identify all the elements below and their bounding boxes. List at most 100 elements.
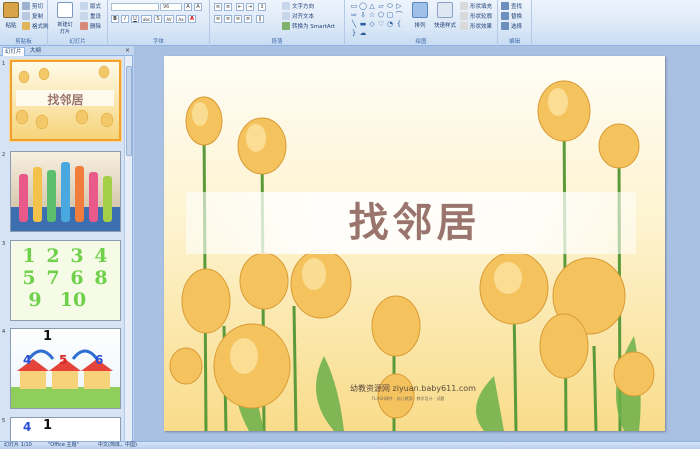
- slide-thumbnail-3[interactable]: 1 2 3 4 5 7 6 8 9 10: [10, 240, 121, 321]
- current-slide[interactable]: 找邻居 幼教资源网 ziyuan.baby611.com FLASH课件 · 幼…: [164, 56, 665, 431]
- char-spacing-button[interactable]: AV: [164, 15, 174, 23]
- format-painter-button[interactable]: 格式刷: [22, 22, 49, 30]
- thumb-number: 3: [2, 241, 6, 247]
- smartart-icon: [282, 22, 290, 30]
- underline-button[interactable]: U: [131, 15, 139, 23]
- paste-button[interactable]: 粘贴: [2, 2, 20, 29]
- shape-bar-icon[interactable]: ▬: [359, 20, 367, 28]
- font-color-button[interactable]: A: [188, 15, 196, 23]
- align-right-button[interactable]: ≡: [234, 15, 242, 23]
- shape-rounded-rect-icon[interactable]: ▢: [386, 11, 394, 19]
- shape-outline-button[interactable]: 形状轮廓: [460, 12, 492, 20]
- shape-arrow-down-icon[interactable]: ⇩: [359, 11, 367, 19]
- font-group: 96 A A B I U abc S AV Aa A 字体: [108, 0, 210, 46]
- quick-styles-button[interactable]: 快速样式: [432, 2, 458, 29]
- shape-brace-right-icon[interactable]: }: [350, 29, 358, 37]
- columns-button[interactable]: ‖: [256, 15, 264, 23]
- bold-button[interactable]: B: [111, 15, 119, 23]
- align-left-button[interactable]: ≡: [214, 15, 222, 23]
- shape-fill-button[interactable]: 形状填充: [460, 2, 492, 10]
- quick-styles-icon: [437, 2, 453, 18]
- language-indicator[interactable]: 中文(简体，中国): [98, 442, 137, 449]
- editing-group-label: 编辑: [508, 39, 520, 45]
- close-icon[interactable]: ×: [125, 47, 130, 54]
- smartart-button[interactable]: 转换为 SmartArt: [282, 22, 335, 30]
- clipboard-group: 粘贴 剪切 复制 格式刷 剪贴板: [0, 0, 49, 46]
- cut-button[interactable]: 剪切: [22, 2, 43, 10]
- grow-font-button[interactable]: A: [184, 3, 192, 11]
- find-button[interactable]: 查找: [501, 2, 522, 10]
- editing-group: 查找 替换 选择 编辑: [498, 0, 532, 46]
- strikethrough-button[interactable]: abc: [141, 15, 152, 23]
- shape-pentagon-icon[interactable]: ⬠: [377, 11, 385, 19]
- new-slide-icon: [57, 2, 73, 18]
- bullets-button[interactable]: ≡: [214, 3, 222, 11]
- shape-parallelogram-icon[interactable]: ▱: [377, 2, 385, 10]
- slide-thumbnail-2[interactable]: [10, 151, 121, 232]
- editing-canvas: 找邻居 幼教资源网 ziyuan.baby611.com FLASH课件 · 幼…: [134, 46, 700, 441]
- shape-diamond-icon[interactable]: ◇: [368, 20, 376, 28]
- shape-line-icon[interactable]: ╲: [350, 20, 358, 28]
- layout-button[interactable]: 版式: [80, 2, 101, 10]
- font-name-combo[interactable]: [111, 3, 159, 11]
- select-button[interactable]: 选择: [501, 22, 522, 30]
- shape-pie-icon[interactable]: ◔: [386, 20, 394, 28]
- digit: 7: [46, 267, 60, 289]
- paint-bucket-icon: [460, 2, 468, 10]
- increase-indent-button[interactable]: ⇥: [246, 3, 254, 11]
- paragraph-group-label: 段落: [271, 39, 283, 45]
- text-direction-button[interactable]: 文字方向: [282, 2, 314, 10]
- reset-button[interactable]: 重设: [80, 12, 101, 20]
- shape-effects-button[interactable]: 形状效果: [460, 22, 492, 30]
- slide-title[interactable]: 找邻居: [164, 190, 665, 248]
- shape-brace-left-icon[interactable]: {: [395, 20, 403, 28]
- shape-arc-icon[interactable]: ⌒: [395, 11, 403, 19]
- decrease-indent-button[interactable]: ⇤: [236, 3, 244, 11]
- shapes-gallery[interactable]: ▭ ◯ △ ▱ ⬭ ▷ ⇨ ⇩ ☆ ⬠ ▢ ⌒ ╲ ▬ ◇ ♡ ◔ { } ☁: [350, 2, 405, 37]
- house-label: 1: [43, 418, 53, 433]
- tab-slides[interactable]: 幻灯片: [2, 47, 25, 56]
- thumb-number: 2: [2, 152, 6, 158]
- shape-cloud-icon[interactable]: ☁: [359, 29, 367, 37]
- arrange-button[interactable]: 排列: [411, 2, 429, 29]
- italic-button[interactable]: I: [121, 15, 129, 23]
- house-label: 5: [59, 353, 68, 367]
- align-text-button[interactable]: 对齐文本: [282, 12, 314, 20]
- shape-oval-icon[interactable]: ◯: [359, 2, 367, 10]
- font-group-label: 字体: [152, 39, 164, 45]
- house-label: 6: [95, 353, 104, 367]
- slide-thumbnail-4[interactable]: 1 4 5 6: [10, 328, 121, 409]
- new-slide-button[interactable]: 新建幻灯片: [56, 2, 74, 35]
- shrink-font-button[interactable]: A: [194, 3, 202, 11]
- shape-arrow-right-icon[interactable]: ⇨: [350, 11, 358, 19]
- slide-thumbnail-1[interactable]: 找邻居: [10, 60, 121, 141]
- align-text-icon: [282, 12, 290, 20]
- copy-button[interactable]: 复制: [22, 12, 43, 20]
- shape-triangle-icon[interactable]: △: [368, 2, 376, 10]
- thumb-number: 4: [2, 329, 6, 335]
- numbering-button[interactable]: ≡: [224, 3, 232, 11]
- shape-star-icon[interactable]: ☆: [368, 11, 376, 19]
- slide-counter: 幻灯片 1/10: [4, 442, 32, 448]
- align-center-button[interactable]: ≡: [224, 15, 232, 23]
- line-spacing-button[interactable]: ↕: [258, 3, 266, 11]
- tab-outline[interactable]: 大纲: [28, 47, 43, 56]
- change-case-button[interactable]: Aa: [176, 15, 186, 23]
- pane-scrollbar[interactable]: [124, 56, 132, 441]
- layout-icon: [80, 2, 88, 10]
- justify-button[interactable]: ≡: [244, 15, 252, 23]
- slide-thumbnail-5[interactable]: 4 1: [10, 417, 121, 441]
- shape-play-icon[interactable]: ▷: [395, 2, 403, 10]
- theme-name: "Office 主题": [48, 442, 79, 448]
- digit: 4: [94, 245, 108, 267]
- replace-button[interactable]: 替换: [501, 12, 522, 20]
- font-size-combo[interactable]: 96: [160, 3, 182, 11]
- watermark-text: 幼教资源网 ziyuan.baby611.com: [350, 384, 476, 393]
- shadow-button[interactable]: S: [154, 15, 162, 23]
- scroll-thumb[interactable]: [126, 66, 132, 156]
- delete-button[interactable]: 删除: [80, 22, 101, 30]
- shape-heart-icon[interactable]: ♡: [377, 20, 385, 28]
- watermark-subtext: FLASH课件 · 幼儿教案 · 教学设计 · 试题: [372, 396, 445, 401]
- shape-ellipse-icon[interactable]: ⬭: [386, 2, 394, 10]
- shape-rectangle-icon[interactable]: ▭: [350, 2, 358, 10]
